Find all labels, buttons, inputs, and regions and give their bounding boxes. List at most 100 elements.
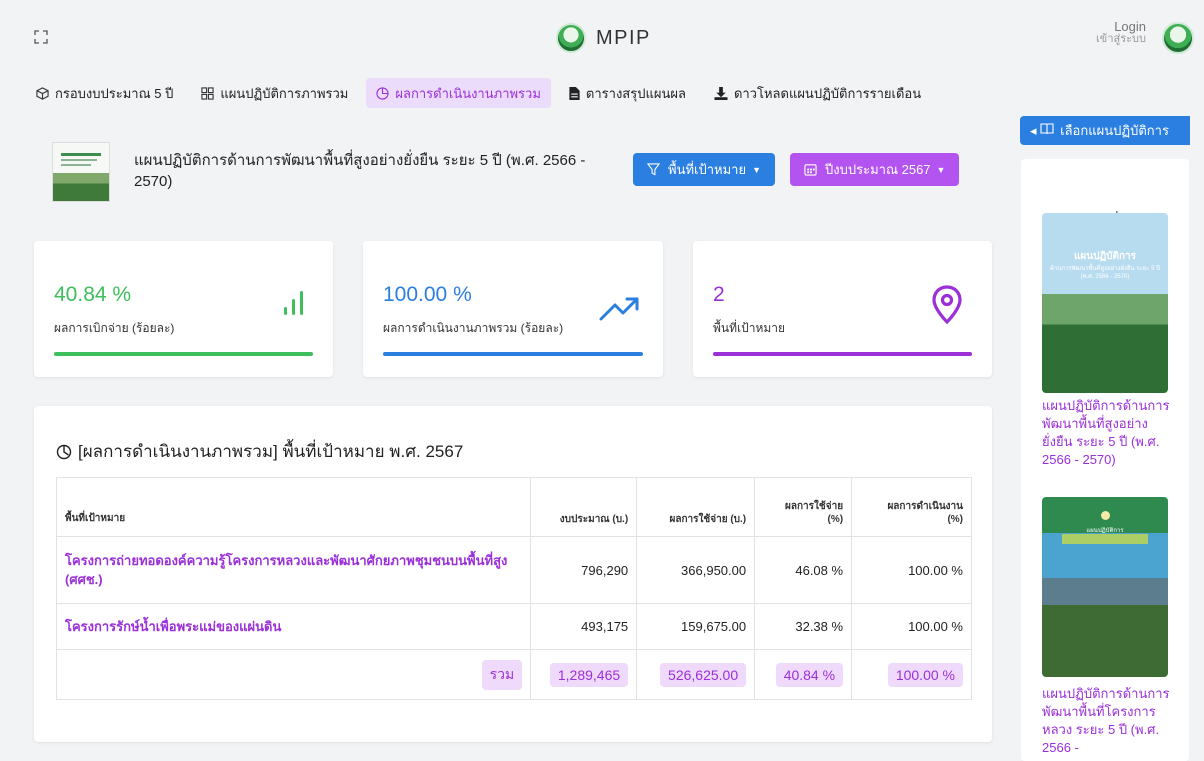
tab-label: ตารางสรุปแผนผล: [585, 85, 686, 101]
caret-down-icon: ▼: [936, 164, 946, 175]
performance-panel: [ผลการดำเนินงานภาพรวม] พื้นที่เป้าหมาย พ…: [34, 406, 992, 742]
select-plan-button[interactable]: ◂ เลือกแผนปฏิบัติการ: [1020, 116, 1190, 145]
book-open-icon: ◂: [1030, 123, 1054, 139]
login-sublabel: เข้าสู่ระบบ: [1096, 33, 1146, 45]
caret-down-icon: ▼: [752, 164, 761, 175]
cell-budget: 796,290: [530, 536, 638, 604]
stat-label: ผลการเบิกจ่าย (ร้อยละ): [54, 321, 175, 335]
panel-title-text: [ผลการดำเนินงานภาพรวม] พื้นที่เป้าหมาย พ…: [78, 442, 464, 461]
plan-cover-thumbnail: [52, 142, 110, 202]
avatar[interactable]: [1162, 22, 1194, 54]
expand-icon[interactable]: [34, 30, 48, 44]
stat-value: 100.00 %: [383, 283, 472, 306]
col-header-target-area: พื้นที่เป้าหมาย: [55, 477, 532, 537]
select-plan-label: เลือกแผนปฏิบัติการ: [1060, 123, 1169, 138]
col-header-performance-line2: (%): [947, 514, 963, 525]
col-header-performance-line1: ผลการดำเนินงาน: [887, 501, 963, 512]
book-cover-1[interactable]: แผนปฏิบัติการ ด้านการพัฒนาพื้นที่สูงอย่า…: [1042, 213, 1168, 393]
brand[interactable]: MPIP: [556, 23, 651, 53]
master-plan-sidebar: แผนแม่บท แผนปฏิบัติการ ด้านการพัฒนาพื้นท…: [1021, 159, 1189, 761]
tab-download-monthly[interactable]: ดาวโหลดแผนปฏิบัติการรายเดือน: [704, 78, 931, 108]
tab-summary-table[interactable]: ตารางสรุปแผนผล: [559, 78, 696, 108]
tab-label: ดาวโหลดแผนปฏิบัติการรายเดือน: [733, 85, 922, 101]
tab-label: ผลการดำเนินงานภาพรวม: [395, 85, 541, 101]
total-budget: 1,289,465: [549, 662, 629, 687]
cell-budget: 493,175: [530, 603, 638, 650]
total-spent-pct-cell: 40.84 %: [754, 649, 853, 700]
stat-card-performance: 100.00 % ผลการดำเนินงานภาพรวม (ร้อยละ): [363, 241, 663, 377]
cell-performance: 100.00 %: [851, 603, 972, 650]
book-caption-link[interactable]: แผนปฏิบัติการด้านการพัฒนาพื้นที่สูงอย่าง…: [1042, 397, 1172, 469]
total-label-cell: รวม: [55, 649, 532, 700]
pie-icon: [376, 86, 390, 100]
fiscal-year-filter-label: ปีงบประมาณ 2567: [825, 162, 931, 177]
cell-spent-pct: 46.08 %: [754, 536, 853, 604]
stat-bar: [713, 352, 972, 356]
total-spent-cell: 526,625.00: [636, 649, 756, 700]
book-caption-link[interactable]: แผนปฏิบัติการด้านการพัฒนาพื้นที่โครงการห…: [1042, 685, 1172, 757]
fiscal-year-filter-button[interactable]: ปีงบประมาณ 2567 ▼: [790, 153, 960, 186]
stat-bar: [383, 352, 643, 356]
book-cover-subtitle: ด้านการพัฒนาพื้นที่สูงอย่างยั่งยืน ระยะ …: [1050, 266, 1160, 280]
col-header-spent-pct: ผลการใช้จ่าย (%): [754, 477, 853, 537]
project-link[interactable]: โครงการถ่ายทอดองค์ความรู้โครงการหลวงและพ…: [55, 536, 532, 604]
col-header-budget: งบประมาณ (บ.): [530, 477, 638, 537]
tab-overall-plan[interactable]: แผนปฏิบัติการภาพรวม: [191, 78, 358, 108]
tab-budget-framework[interactable]: กรอบงบประมาณ 5 ปี: [36, 78, 183, 108]
grid-icon: [201, 86, 215, 100]
bar-chart-icon: [284, 291, 303, 315]
clock-pie-icon: [56, 444, 72, 460]
nav-tabs: กรอบงบประมาณ 5 ปี แผนปฏิบัติการภาพรวม ผล…: [36, 78, 939, 108]
cell-spent: 159,675.00: [636, 603, 756, 650]
total-label: รวม: [481, 659, 523, 690]
total-budget-cell: 1,289,465: [530, 649, 638, 700]
target-area-filter-label: พื้นที่เป้าหมาย: [668, 162, 747, 177]
col-header-spent: ผลการใช้จ่าย (บ.): [636, 477, 756, 537]
performance-table: พื้นที่เป้าหมาย งบประมาณ (บ.) ผลการใช้จ่…: [55, 477, 972, 700]
col-header-spent-pct-line1: ผลการใช้จ่าย: [785, 501, 844, 512]
download-icon: [714, 86, 728, 100]
col-header-performance: ผลการดำเนินงาน (%): [851, 477, 972, 537]
login-label: Login: [1114, 19, 1146, 34]
calendar-icon: [804, 163, 817, 176]
tab-label: กรอบงบประมาณ 5 ปี: [55, 85, 174, 101]
stat-label: พื้นที่เป้าหมาย: [713, 321, 786, 335]
document-icon: [569, 86, 580, 100]
table-header-row: พื้นที่เป้าหมาย งบประมาณ (บ.) ผลการใช้จ่…: [55, 477, 972, 537]
table-row: โครงการถ่ายทอดองค์ความรู้โครงการหลวงและพ…: [55, 536, 972, 604]
table-total-row: รวม 1,289,465 526,625.00 40.84 % 100.00 …: [55, 649, 972, 700]
tab-label: แผนปฏิบัติการภาพรวม: [220, 85, 349, 101]
total-spent: 526,625.00: [660, 662, 747, 687]
brand-logo: [556, 23, 586, 53]
col-header-spent-pct-line2: (%): [827, 514, 844, 525]
location-pin-icon: [932, 285, 962, 325]
book-cover-2[interactable]: แผนปฏิบัติการ: [1042, 497, 1168, 677]
cube-icon: [36, 86, 49, 100]
trending-up-icon: [599, 297, 639, 321]
stat-card-target-areas: 2 พื้นที่เป้าหมาย: [693, 241, 992, 377]
book-cover-banner: [1062, 534, 1148, 544]
top-bar: MPIP Login เข้าสู่ระบบ: [0, 0, 1204, 70]
stat-card-disbursement: 40.84 % ผลการเบิกจ่าย (ร้อยละ): [34, 241, 333, 377]
total-performance: 100.00 %: [887, 662, 963, 687]
stat-bar: [54, 352, 313, 356]
plan-title: แผนปฏิบัติการด้านการพัฒนาพื้นที่สูงอย่าง…: [134, 152, 586, 190]
app-title: MPIP: [596, 26, 651, 49]
stat-label: ผลการดำเนินงานภาพรวม (ร้อยละ): [383, 321, 564, 335]
book-cover-title: แผนปฏิบัติการ: [1073, 251, 1137, 262]
emblem-icon: [1101, 511, 1110, 520]
filter-icon: [647, 163, 660, 176]
total-performance-cell: 100.00 %: [851, 649, 972, 700]
project-link[interactable]: โครงการรักษ์น้ำเพื่อพระแม่ของแผ่นดิน: [55, 603, 532, 650]
cell-performance: 100.00 %: [851, 536, 972, 604]
table-row: โครงการรักษ์น้ำเพื่อพระแม่ของแผ่นดิน 493…: [55, 603, 972, 650]
cell-spent-pct: 32.38 %: [754, 603, 853, 650]
stat-value: 40.84 %: [54, 283, 132, 306]
cell-spent: 366,950.00: [636, 536, 756, 604]
stat-value: 2: [713, 283, 725, 306]
panel-title: [ผลการดำเนินงานภาพรวม] พื้นที่เป้าหมาย พ…: [56, 438, 463, 465]
tab-overall-performance[interactable]: ผลการดำเนินงานภาพรวม: [366, 78, 551, 108]
total-spent-pct: 40.84 %: [775, 662, 844, 687]
login-link[interactable]: Login เข้าสู่ระบบ: [1096, 20, 1146, 46]
target-area-filter-button[interactable]: พื้นที่เป้าหมาย ▼: [633, 153, 775, 186]
